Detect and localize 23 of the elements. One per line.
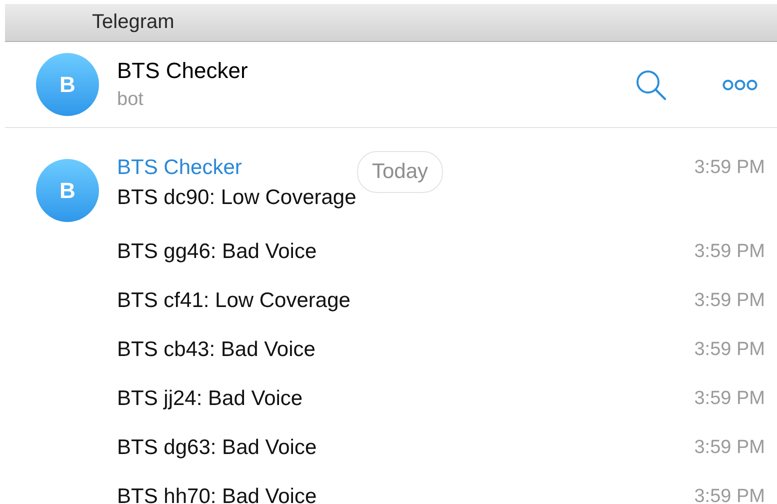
message-time: 3:59 PM	[694, 156, 765, 180]
message-time: 3:59 PM	[694, 387, 765, 411]
more-icon[interactable]	[722, 78, 758, 90]
avatar[interactable]: B	[36, 53, 99, 116]
message-text: BTS dg63: Bad Voice	[117, 435, 317, 461]
message-text: BTS hh70: Bad Voice	[117, 484, 317, 504]
date-badge: Today	[357, 151, 444, 193]
message-time: 3:59 PM	[694, 289, 765, 313]
sender-name[interactable]: BTS Checker	[117, 153, 242, 183]
chat-status: bot	[117, 89, 144, 111]
message-time: 3:59 PM	[694, 485, 765, 504]
message-text: BTS gg46: Bad Voice	[117, 239, 317, 265]
message-text: BTS cb43: Bad Voice	[117, 337, 316, 363]
message-text: BTS jj24: Bad Voice	[117, 386, 303, 412]
message-time: 3:59 PM	[694, 436, 765, 460]
message-time: 3:59 PM	[694, 338, 765, 362]
message-text: BTS dc90: Low Coverage	[117, 185, 356, 211]
message-text: BTS cf41: Low Coverage	[117, 288, 350, 314]
avatar[interactable]: B	[36, 159, 99, 222]
chat-name: BTS Checker	[117, 58, 249, 84]
message-time: 3:59 PM	[694, 240, 765, 264]
window-title: Telegram	[92, 11, 174, 34]
search-icon[interactable]	[635, 68, 667, 100]
